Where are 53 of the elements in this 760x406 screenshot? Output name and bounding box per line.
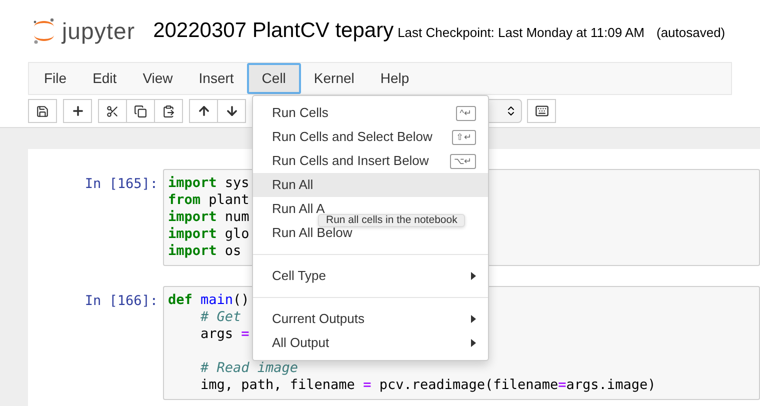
save-button[interactable] <box>28 99 57 123</box>
submenu-arrow-icon <box>471 339 476 347</box>
code-line: from plant <box>168 192 250 208</box>
menu-item[interactable]: Current Outputs <box>253 307 488 331</box>
paste-button[interactable] <box>154 99 183 123</box>
autosave-status: (autosaved) <box>656 24 726 42</box>
scissors-icon <box>106 104 119 118</box>
copy-icon <box>134 104 147 118</box>
copy-button[interactable] <box>126 99 155 123</box>
menu-item[interactable]: Run Cells and Select Below ⇧↵ <box>253 125 488 149</box>
cut-button[interactable] <box>98 99 127 123</box>
keyboard-button[interactable] <box>527 99 556 123</box>
menu-tab[interactable]: Kernel <box>300 63 368 94</box>
code-line: import num <box>168 209 250 225</box>
menu-item[interactable]: Run All <box>253 173 488 197</box>
shortcut-key: ⇧↵ <box>452 130 476 144</box>
code-line: # Get <box>200 309 242 325</box>
menu-item[interactable]: All Output <box>253 331 488 355</box>
submenu-arrow-icon <box>471 315 476 323</box>
logo-icon <box>32 17 56 45</box>
code-line: # Read image <box>200 360 298 376</box>
menu-item[interactable]: Run Cells ^↵ <box>253 101 488 125</box>
notebook-title[interactable]: 20220307 PlantCV tepary <box>153 15 394 47</box>
paste-icon <box>162 104 175 118</box>
code-line: args = <box>200 326 250 342</box>
input-prompt: In [165]: <box>84 175 159 194</box>
move-up-button[interactable] <box>189 99 218 123</box>
logo-text: jupyter <box>62 16 136 46</box>
menu-item[interactable]: Cell Type <box>253 264 488 288</box>
tooltip: Run all cells in the notebook <box>318 214 466 227</box>
move-down-button[interactable] <box>217 99 246 123</box>
submenu-arrow-icon <box>471 272 476 280</box>
code-line: import sys <box>168 175 250 191</box>
shortcut-key: ⌥↵ <box>450 154 476 168</box>
select-arrows-icon <box>505 105 517 117</box>
code-line: def main() <box>168 292 250 308</box>
menu-tab[interactable]: Help <box>367 63 422 94</box>
add-cell-button[interactable] <box>63 99 92 123</box>
menu-tab[interactable]: Cell <box>246 63 301 94</box>
keyboard-icon <box>534 104 548 118</box>
save-icon <box>36 104 49 118</box>
plus-icon <box>70 104 84 118</box>
menu-item[interactable]: Run Cells and Insert Below ⌥↵ <box>253 149 488 173</box>
menu-tab[interactable]: File <box>31 63 80 94</box>
code-line: img, path, filename = pcv.readimage(filename=args.image) <box>200 377 656 393</box>
code-line: import os <box>168 243 242 259</box>
shortcut-key: ^↵ <box>456 106 476 120</box>
input-prompt: In [166]: <box>84 292 159 311</box>
checkpoint-status: Last Checkpoint: Last Monday at 11:09 AM <box>398 24 644 42</box>
menu-tab[interactable]: View <box>130 63 186 94</box>
menu-tab[interactable]: Edit <box>80 63 130 94</box>
menu-tab[interactable]: Insert <box>186 63 247 94</box>
code-line: import glo <box>168 226 250 242</box>
